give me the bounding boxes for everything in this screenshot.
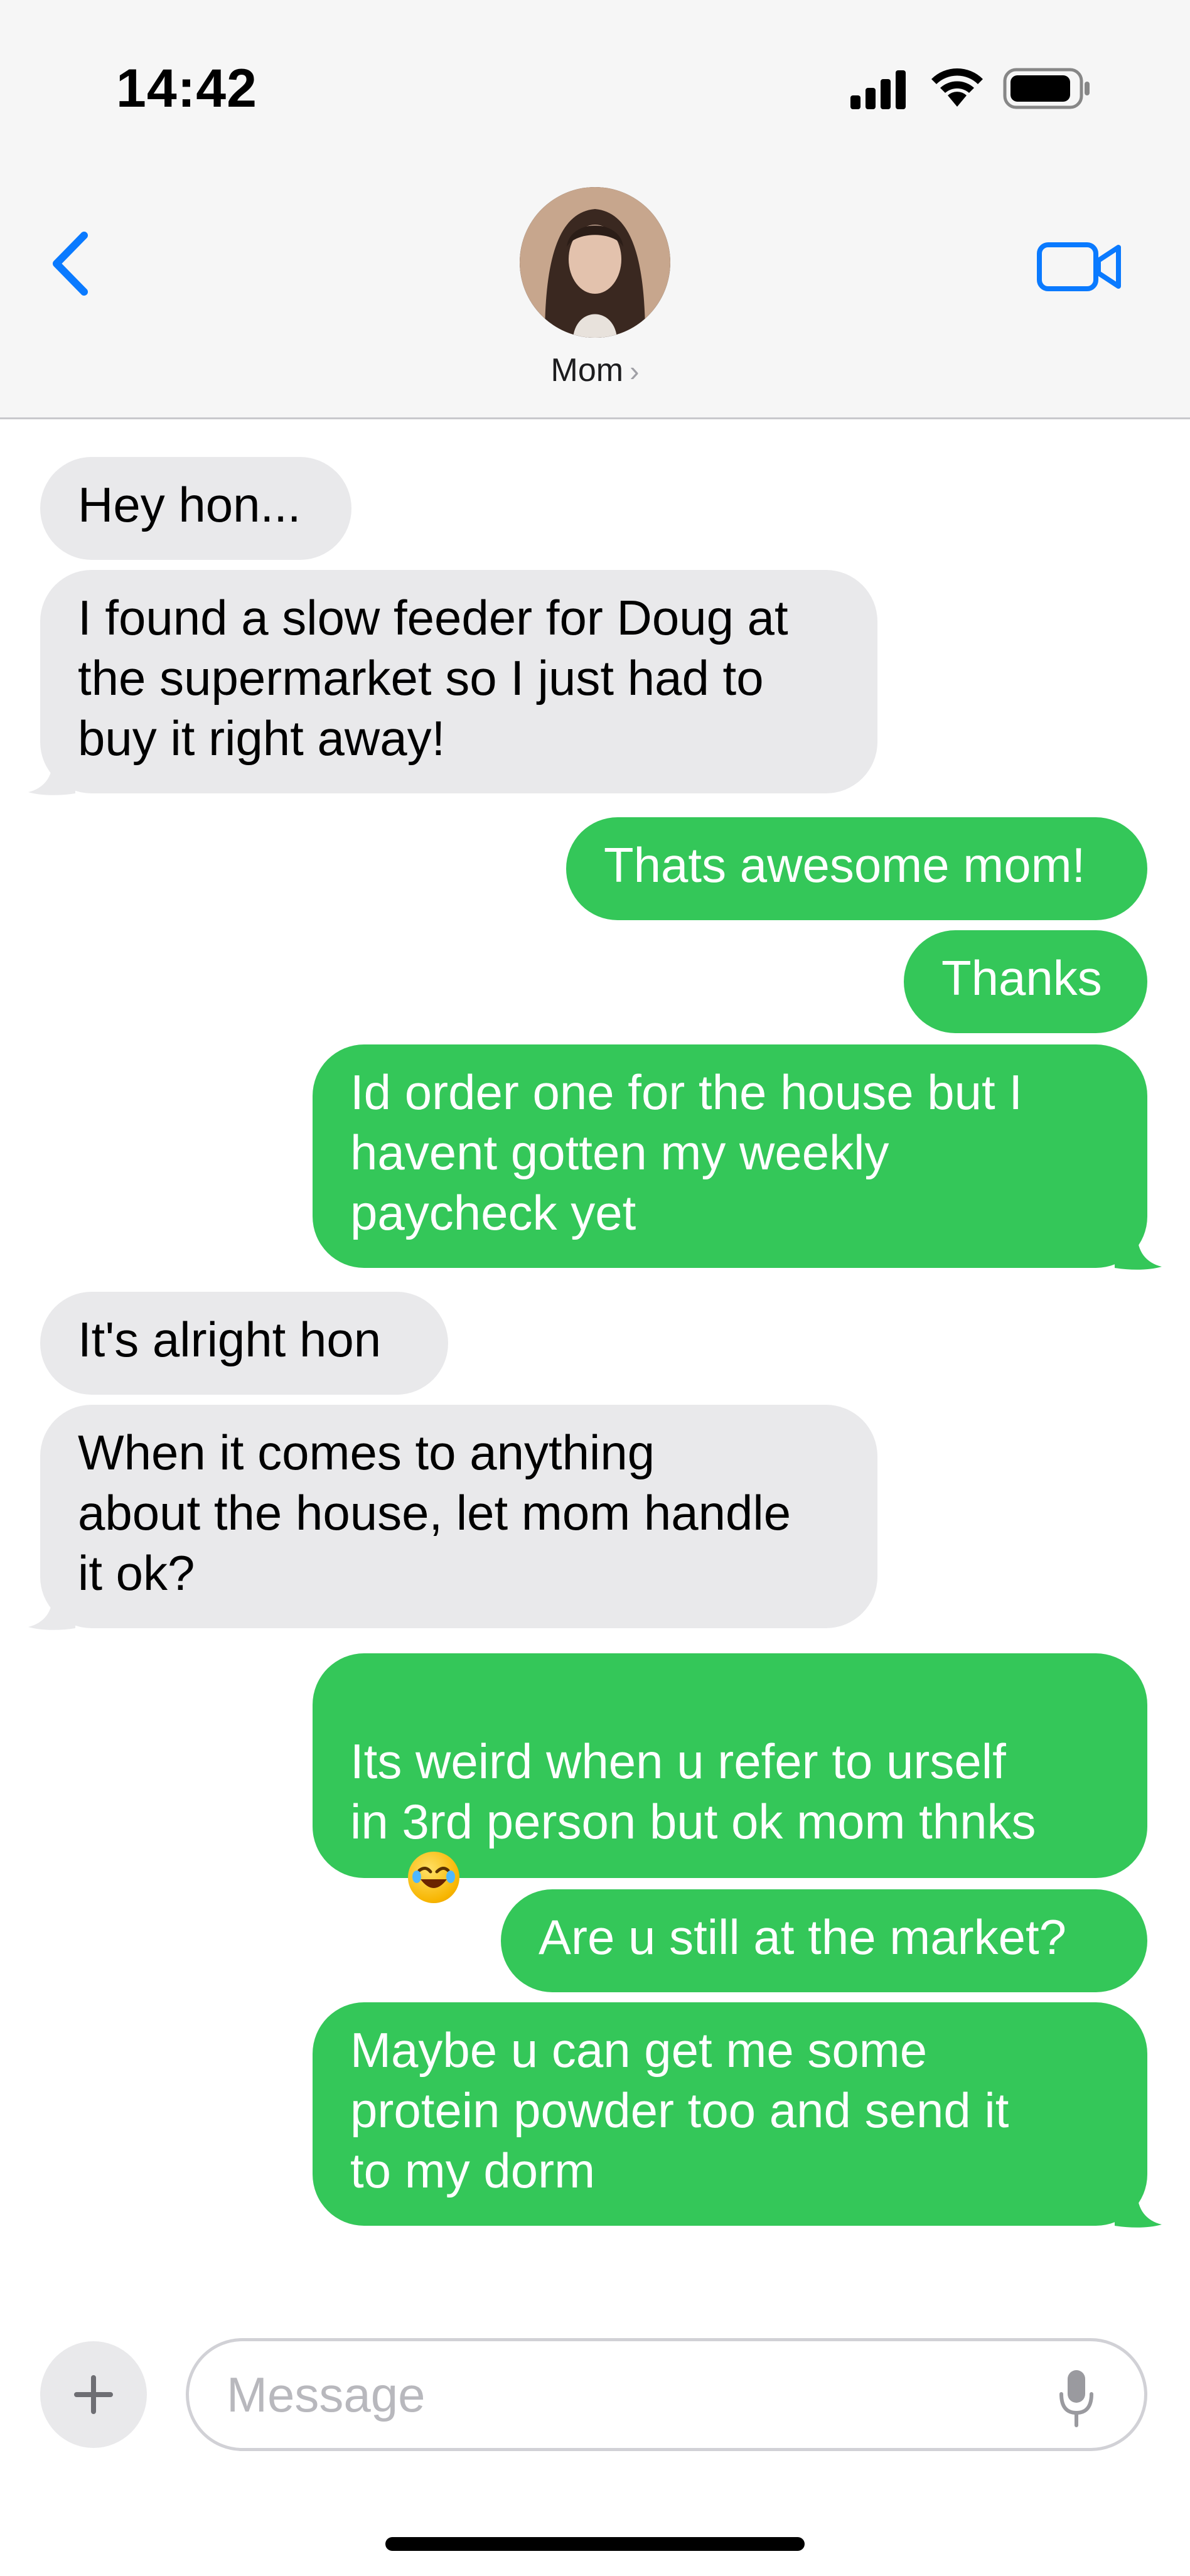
incoming-message[interactable]: It's alright hon (40, 1292, 448, 1395)
incoming-message[interactable]: When it comes to anything about the hous… (40, 1405, 877, 1628)
outgoing-bubble-tail (1115, 1234, 1162, 1270)
incoming-message[interactable]: Hey hon... (40, 457, 351, 560)
outgoing-message[interactable]: Maybe u can get me some protein powder t… (313, 2002, 1147, 2226)
cellular-signal-icon (850, 69, 906, 109)
plus-icon (74, 2375, 113, 2414)
incoming-message[interactable]: I found a slow feeder for Doug at the su… (40, 570, 877, 793)
back-chevron-icon[interactable] (45, 229, 95, 298)
message-input[interactable] (186, 2338, 1147, 2451)
incoming-bubble-tail (28, 1594, 75, 1630)
conversation-header: 14:42 Mom › (0, 0, 1190, 419)
status-time: 14:42 (116, 58, 257, 119)
home-indicator[interactable] (385, 2537, 805, 2551)
battery-icon (1003, 68, 1090, 109)
video-call-icon[interactable] (1036, 239, 1123, 295)
outgoing-message[interactable]: Id order one for the house but I havent … (313, 1044, 1147, 1268)
contact-details-chevron-icon: › (630, 355, 640, 387)
incoming-bubble-tail (28, 759, 75, 795)
contact-name: Mom (550, 352, 624, 389)
laughing-emoji-icon (408, 1852, 460, 1903)
contact-name-row[interactable]: Mom › (0, 352, 1190, 389)
microphone-icon[interactable] (1058, 2366, 1095, 2429)
outgoing-bubble-tail (1115, 2192, 1162, 2228)
outgoing-message[interactable]: Thats awesome mom! (566, 817, 1147, 920)
outgoing-message[interactable]: Thanks (904, 930, 1147, 1033)
outgoing-message[interactable]: Its weird when u refer to urself in 3rd … (313, 1653, 1147, 1961)
add-attachment-button[interactable] (40, 2341, 147, 2448)
wifi-icon (931, 68, 983, 107)
outgoing-message[interactable]: Are u still at the market? (501, 1889, 1147, 1992)
contact-avatar[interactable] (520, 187, 670, 338)
